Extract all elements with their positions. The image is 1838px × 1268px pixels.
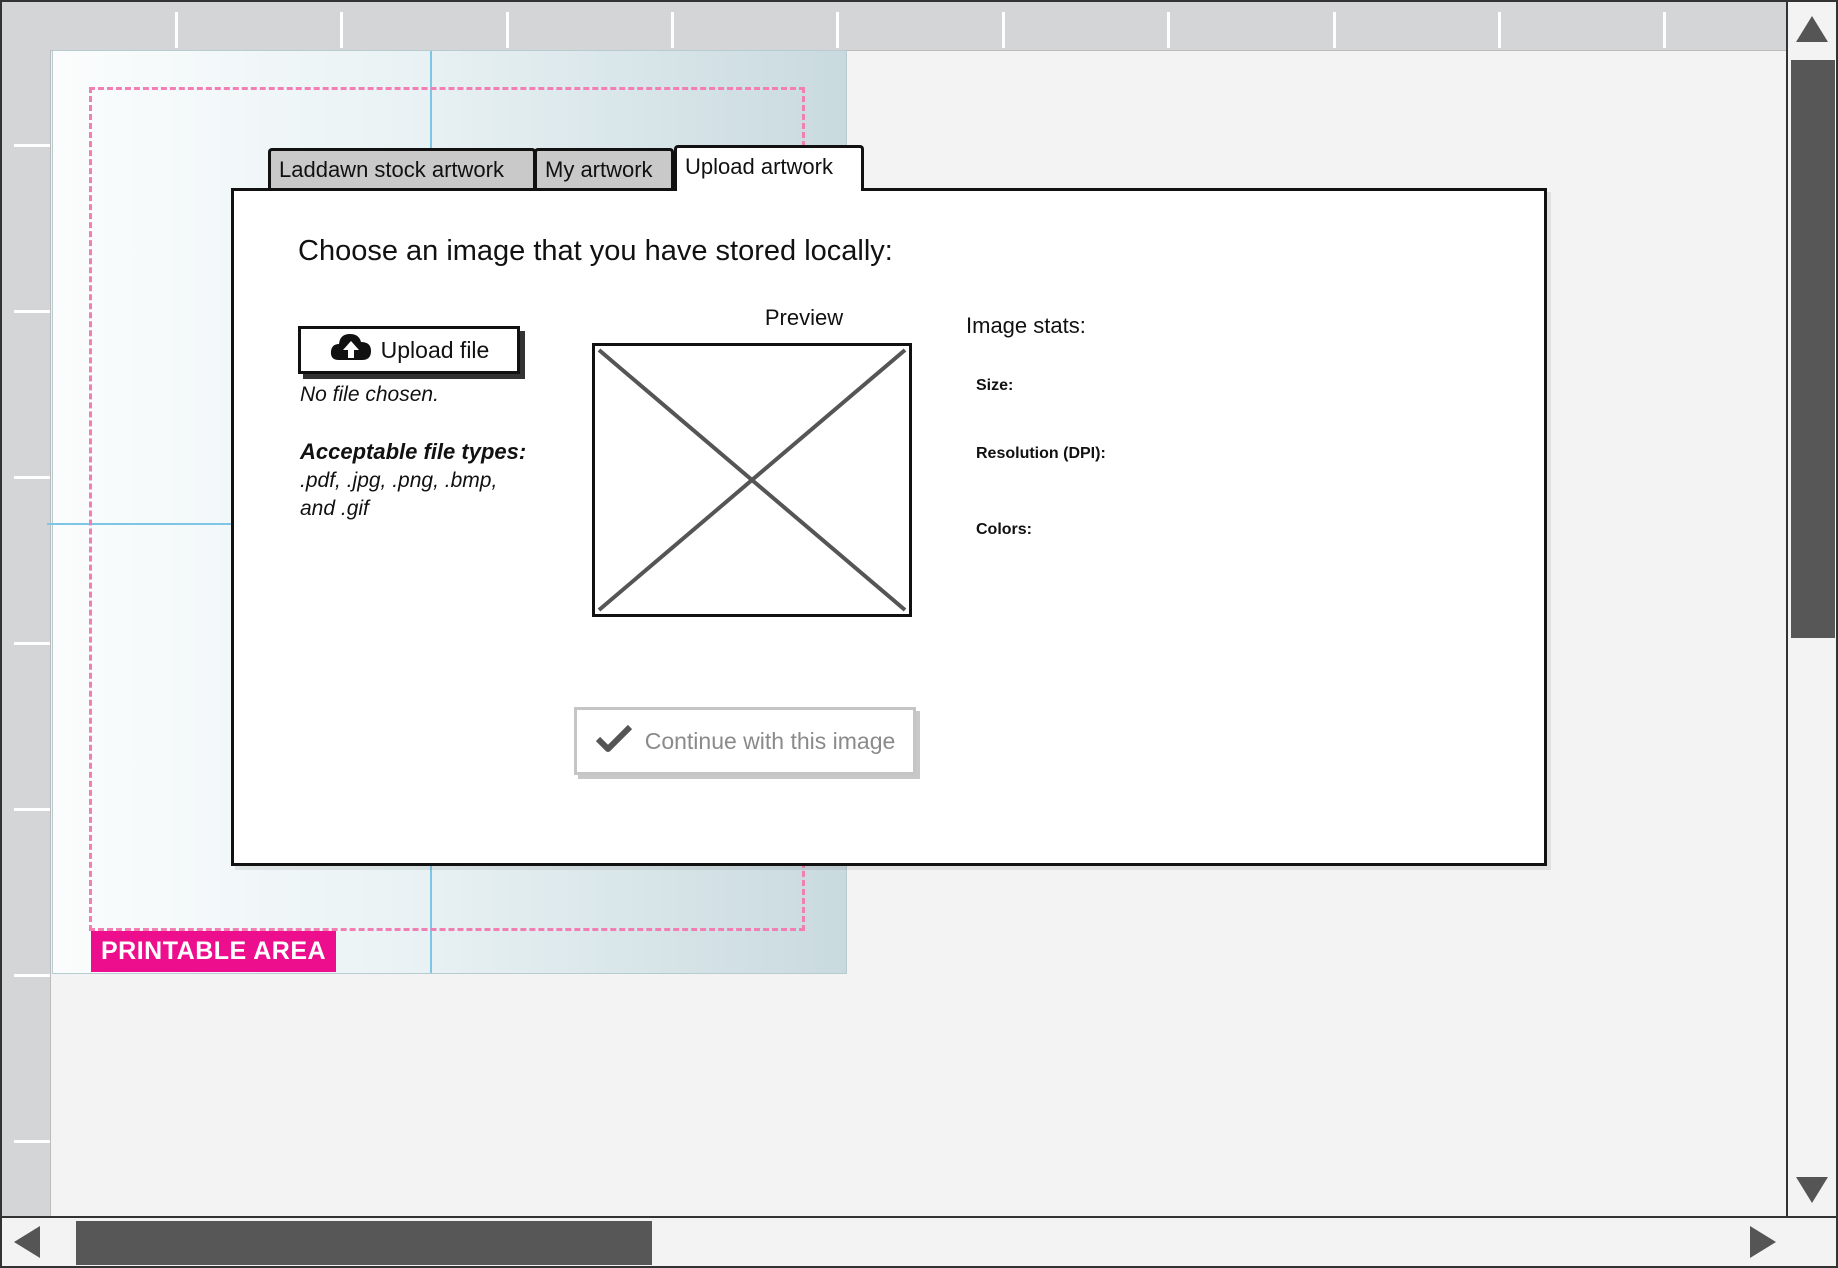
image-placeholder-icon: [597, 348, 907, 612]
ruler-tick: [1333, 12, 1336, 48]
upload-artwork-panel: Choose an image that you have stored loc…: [231, 188, 1547, 866]
file-types-list: .pdf, .jpg, .png, .bmp, and .gif: [300, 469, 498, 520]
stat-colors-label: Colors:: [976, 521, 1032, 538]
editor-frame: PRINTABLE AREA Laddawn stock artwork My …: [0, 0, 1838, 1268]
image-stats-title: Image stats:: [966, 313, 1086, 338]
ruler-tick: [1663, 12, 1666, 48]
ruler-tick: [340, 12, 343, 48]
file-types-label: Acceptable file types:: [300, 439, 527, 464]
tab-laddawn-stock-artwork[interactable]: Laddawn stock artwork: [268, 148, 536, 188]
upload-file-label: Upload file: [380, 336, 490, 363]
tab-upload-artwork[interactable]: Upload artwork: [674, 145, 864, 191]
printable-area-label: PRINTABLE AREA: [91, 931, 337, 972]
horizontal-scroll-thumb[interactable]: [76, 1221, 652, 1265]
ruler-tick: [836, 12, 839, 48]
scroll-right-icon[interactable]: [1750, 1226, 1776, 1258]
ruler-tick: [14, 642, 50, 645]
checkmark-icon: [595, 723, 633, 759]
ruler-tick: [14, 144, 50, 147]
vertical-scroll-thumb[interactable]: [1791, 60, 1835, 638]
ruler-tick: [14, 476, 50, 479]
ruler-tick: [671, 12, 674, 48]
ruler-tick: [14, 1140, 50, 1143]
preview-label: Preview: [764, 305, 844, 330]
ruler-tick: [175, 12, 178, 48]
ruler-tick: [1167, 12, 1170, 48]
ruler-tick: [1002, 12, 1005, 48]
upload-file-button[interactable]: Upload file: [298, 326, 520, 374]
file-status: No file chosen.: [300, 383, 439, 406]
ruler-top: [2, 2, 1788, 51]
scroll-left-icon[interactable]: [14, 1226, 40, 1258]
ruler-tick: [14, 808, 50, 811]
stat-size-label: Size:: [976, 377, 1014, 394]
ruler-tick: [14, 310, 50, 313]
scroll-down-icon[interactable]: [1796, 1177, 1828, 1203]
stat-resolution-label: Resolution (DPI):: [976, 445, 1106, 462]
ruler-tick: [14, 974, 50, 977]
scroll-up-icon[interactable]: [1796, 16, 1828, 42]
continue-label: Continue with this image: [644, 727, 896, 754]
ruler-tick: [1498, 12, 1501, 48]
cloud-upload-icon: [329, 330, 373, 370]
continue-button[interactable]: Continue with this image: [574, 707, 916, 775]
ruler-tick: [506, 12, 509, 48]
vertical-scrollbar[interactable]: [1786, 2, 1836, 1218]
ruler-left: [2, 50, 51, 1218]
preview-image: [592, 343, 912, 617]
horizontal-scrollbar[interactable]: [2, 1216, 1836, 1266]
tab-my-artwork[interactable]: My artwork: [534, 148, 674, 188]
upload-heading: Choose an image that you have stored loc…: [298, 235, 893, 267]
